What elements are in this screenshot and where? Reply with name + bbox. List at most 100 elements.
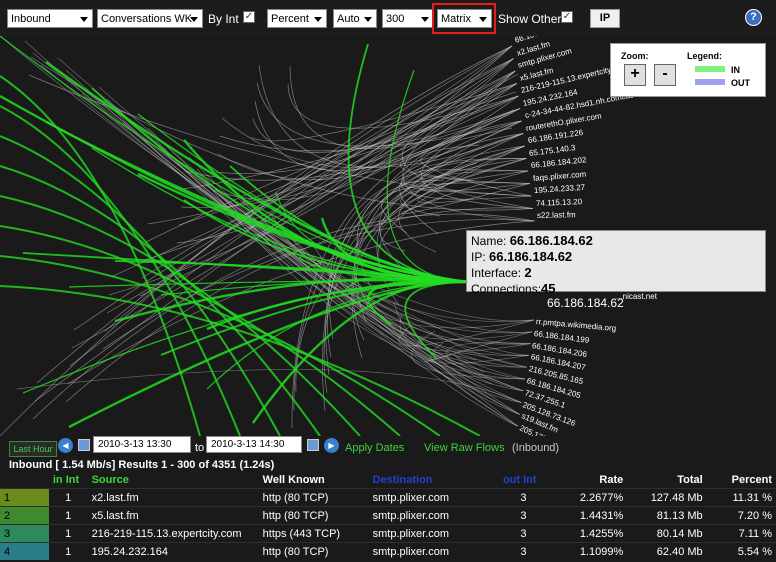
row-index: 3	[0, 524, 49, 543]
next-arrow-icon[interactable]: ▶	[324, 438, 339, 453]
tooltip-name-label: Name:	[471, 234, 507, 248]
cell-in-int: 1	[48, 524, 88, 543]
cell-total: 81.13 Mb	[627, 506, 707, 525]
to-label: to	[195, 442, 205, 454]
legend-in-swatch	[695, 66, 725, 72]
cell-destination: smtp.plixer.com	[368, 506, 499, 525]
tooltip-connections-label: Connections:	[471, 282, 542, 296]
cell-out-int: 3	[498, 506, 548, 525]
cell-well-known: http (80 TCP)	[258, 488, 369, 507]
chevron-down-icon	[80, 17, 88, 22]
col-out-int[interactable]: out Int	[498, 472, 548, 489]
cell-rate: 2.2677%	[547, 488, 628, 507]
ip-button[interactable]: IP	[590, 9, 620, 28]
results-summary: Inbound [ 1.54 Mb/s] Results 1 - 300 of …	[9, 459, 275, 471]
chevron-down-icon	[190, 17, 198, 22]
previous-arrow-icon[interactable]: ◀	[58, 438, 73, 453]
results-table: in Int Source Well Known Destination out…	[0, 472, 776, 560]
tooltip-name-value: 66.186.184.62	[509, 233, 593, 248]
row-index: 4	[0, 542, 49, 560]
apply-dates-link[interactable]: Apply Dates	[345, 442, 404, 454]
cell-well-known: http (80 TCP)	[258, 542, 369, 560]
tooltip-interface-label: Interface:	[471, 266, 522, 280]
col-well-known[interactable]: Well Known	[258, 472, 369, 489]
calendar-icon[interactable]	[307, 439, 319, 451]
cell-total: 80.14 Mb	[627, 524, 707, 543]
view-raw-flows-link[interactable]: View Raw Flows	[424, 442, 505, 454]
col-total[interactable]: Total	[627, 472, 707, 489]
from-date-input[interactable]: 2010-3-13 13:30	[93, 436, 191, 453]
cell-percent: 7.11 %	[706, 524, 776, 543]
tooltip-interface-value: 2	[524, 265, 532, 280]
cell-out-int: 3	[498, 524, 548, 543]
help-icon[interactable]: ?	[745, 9, 762, 26]
col-source[interactable]: Source	[87, 472, 259, 489]
zoom-legend-panel: Zoom: Legend: + - IN OUT	[610, 43, 766, 97]
calendar-icon[interactable]	[78, 439, 90, 451]
node-label[interactable]: s22.last.fm	[537, 210, 576, 220]
row-index: 2	[0, 506, 49, 525]
cell-out-int: 3	[498, 542, 548, 560]
zoom-in-button[interactable]: +	[624, 64, 646, 86]
cell-well-known: https (443 TCP)	[258, 524, 369, 543]
chevron-down-icon	[314, 17, 322, 22]
cell-rate: 1.4431%	[547, 506, 628, 525]
to-date-input[interactable]: 2010-3-13 14:30	[206, 436, 302, 453]
cell-rate: 1.1099%	[547, 542, 628, 560]
connection-link	[104, 45, 513, 332]
col-destination[interactable]: Destination	[368, 472, 499, 489]
col-in-int[interactable]: in Int	[48, 472, 88, 489]
cell-percent: 5.54 %	[706, 542, 776, 560]
last-hour-button[interactable]: Last Hour	[9, 441, 57, 457]
tooltip-connections-value: 45	[541, 281, 556, 296]
direction-select[interactable]: Inbound	[7, 9, 93, 28]
cell-destination: smtp.plixer.com	[368, 524, 499, 543]
legend-in-label: IN	[731, 65, 740, 75]
report-select[interactable]: Conversations WK	[97, 9, 203, 28]
by-int-checkbox[interactable]: ✓	[243, 11, 255, 23]
tooltip-ip-label: IP:	[471, 250, 486, 264]
legend-out-label: OUT	[731, 78, 750, 88]
row-index: 1	[0, 488, 49, 507]
cell-total: 127.48 Mb	[627, 488, 707, 507]
connection-link	[256, 82, 522, 147]
table-header: in Int Source Well Known Destination out…	[0, 472, 776, 489]
cell-source: 195.24.232.164	[87, 542, 259, 560]
col-percent[interactable]: Percent	[706, 472, 776, 489]
connection-link	[16, 369, 522, 403]
scale-select[interactable]: Auto	[333, 9, 377, 28]
cell-out-int: 3	[498, 488, 548, 507]
selected-node-label[interactable]: 66.186.184.62	[547, 296, 624, 310]
node-label[interactable]: 74.115.13.20	[536, 197, 582, 208]
table-row[interactable]: 3 1 216-219-115.13.expertcity.com https (44…	[0, 524, 776, 543]
cell-source: x2.last.fm	[87, 488, 259, 507]
chevron-down-icon	[364, 17, 372, 22]
cell-source: x5.last.fm	[87, 506, 259, 525]
by-int-label: By Int	[208, 12, 239, 26]
inbound-link	[68, 280, 471, 429]
cell-in-int: 1	[48, 506, 88, 525]
zoom-label: Zoom:	[621, 51, 649, 61]
connection-link	[69, 45, 513, 367]
cell-well-known: http (80 TCP)	[258, 506, 369, 525]
show-other-checkbox[interactable]: ✓	[561, 11, 573, 23]
cell-percent: 7.20 %	[706, 506, 776, 525]
cell-total: 62.40 Mb	[627, 542, 707, 560]
metric-select[interactable]: Percent	[267, 9, 327, 28]
cell-source: 216-219-115.13.expertcity.com	[87, 524, 259, 543]
show-other-label: Show Other	[498, 12, 562, 26]
zoom-out-button[interactable]: -	[654, 64, 676, 86]
table-row[interactable]: 4 1 195.24.232.164 http (80 TCP) smtp.plixer…	[0, 542, 776, 560]
col-rate[interactable]: Rate	[547, 472, 628, 489]
tooltip-ip-value: 66.186.184.62	[489, 249, 573, 264]
view-select-highlight	[432, 3, 496, 34]
cell-in-int: 1	[48, 542, 88, 560]
count-select[interactable]: 300	[382, 9, 434, 28]
legend-label: Legend:	[687, 51, 722, 61]
connection-link	[289, 65, 521, 149]
inbound-link	[0, 36, 471, 283]
table-row[interactable]: 2 1 x5.last.fm http (80 TCP) smtp.plixer.com…	[0, 506, 776, 525]
node-tooltip: Name: 66.186.184.62 IP: 66.186.184.62 In…	[466, 230, 766, 296]
table-row[interactable]: 1 1 x2.last.fm http (80 TCP) smtp.plixer.com…	[0, 488, 776, 507]
cell-percent: 11.31 %	[706, 488, 776, 507]
